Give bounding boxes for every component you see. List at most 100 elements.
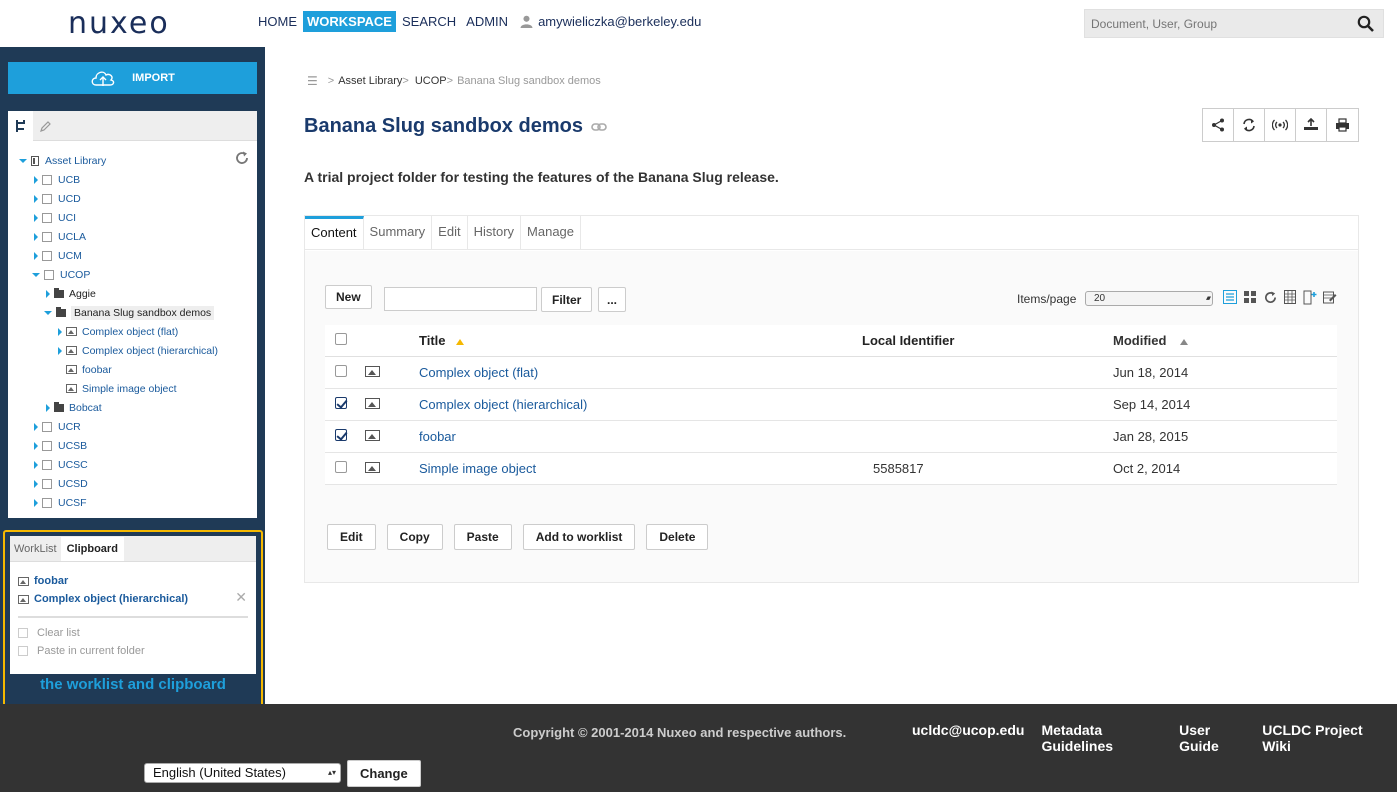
filter-input[interactable]	[384, 287, 537, 311]
table-row[interactable]: Complex object (flat) Jun 18, 2014	[325, 357, 1337, 389]
expand-arrow[interactable]	[34, 213, 38, 222]
row-title-link[interactable]: Complex object (hierarchical)	[419, 397, 862, 412]
collapse-arrow[interactable]	[19, 158, 27, 163]
tree-node-bobcat[interactable]: Bobcat	[8, 398, 257, 417]
tab-edit[interactable]	[33, 111, 58, 141]
expand-arrow[interactable]	[34, 194, 38, 203]
thumbnail-view-icon[interactable]	[1240, 288, 1260, 306]
table-row[interactable]: foobar Jan 28, 2015	[325, 421, 1337, 453]
row-title-link[interactable]: Simple image object	[419, 461, 862, 476]
tab-edit[interactable]: Edit	[432, 216, 468, 249]
tab-history[interactable]: History	[468, 216, 522, 249]
more-options-button[interactable]: ...	[598, 287, 627, 312]
close-icon[interactable]: ✕	[235, 589, 247, 606]
clipboard-item[interactable]: foobar	[10, 572, 256, 590]
tree-node-ucla[interactable]: UCLA	[8, 227, 257, 246]
sync-button[interactable]	[1234, 109, 1265, 141]
tree-node-ucd[interactable]: UCD	[8, 189, 257, 208]
tab-tree[interactable]	[8, 111, 33, 141]
collapse-arrow[interactable]	[32, 272, 40, 277]
tree-node-foobar[interactable]: foobar	[8, 360, 257, 379]
nav-home[interactable]: HOME	[254, 11, 301, 32]
tab-manage[interactable]: Manage	[521, 216, 582, 249]
list-view-icon[interactable]	[1220, 288, 1240, 306]
nav-admin[interactable]: ADMIN	[462, 11, 512, 32]
column-title[interactable]: Title	[419, 333, 862, 348]
tree-node-asset-library[interactable]: Asset Library	[8, 151, 257, 170]
breadcrumb-asset-library[interactable]: Asset Library	[338, 75, 402, 87]
tree-node-aggie[interactable]: Aggie	[8, 284, 257, 303]
items-per-page-select[interactable]: 20	[1085, 291, 1213, 306]
paste-current-folder-action[interactable]: Paste in current folder	[10, 642, 256, 660]
table-row[interactable]: Complex object (hierarchical) Sep 14, 201…	[325, 389, 1337, 421]
nav-workspace[interactable]: WORKSPACE	[303, 11, 396, 32]
row-checkbox[interactable]	[335, 461, 347, 473]
expand-arrow[interactable]	[34, 251, 38, 260]
select-all-checkbox[interactable]	[335, 333, 347, 345]
tab-content[interactable]: Content	[305, 216, 364, 249]
expand-arrow[interactable]	[58, 327, 62, 336]
collapse-arrow[interactable]	[44, 310, 52, 315]
tree-node-simple-image[interactable]: Simple image object	[8, 379, 257, 398]
add-column-icon[interactable]	[1300, 288, 1320, 306]
breadcrumb-ucop[interactable]: UCOP	[415, 75, 447, 87]
expand-arrow[interactable]	[34, 498, 38, 507]
tree-node-banana-slug[interactable]: Banana Slug sandbox demos	[8, 303, 257, 322]
row-title-link[interactable]: Complex object (flat)	[419, 365, 862, 380]
clear-list-action[interactable]: Clear list	[10, 624, 256, 642]
tree-node-uci[interactable]: UCI	[8, 208, 257, 227]
search-input[interactable]	[1085, 10, 1345, 37]
tree-node-ucb[interactable]: UCB	[8, 170, 257, 189]
expand-arrow[interactable]	[58, 346, 62, 355]
permalink-icon[interactable]	[591, 122, 607, 132]
footer-link-metadata-guidelines[interactable]: Metadata Guidelines	[1041, 722, 1162, 754]
import-button[interactable]: IMPORT	[8, 62, 257, 94]
tree-node-ucr[interactable]: UCR	[8, 417, 257, 436]
change-language-button[interactable]: Change	[347, 760, 421, 787]
tree-node-ucm[interactable]: UCM	[8, 246, 257, 265]
expand-arrow[interactable]	[34, 232, 38, 241]
row-checkbox[interactable]	[335, 429, 347, 441]
tree-node-complex-hierarchical[interactable]: Complex object (hierarchical)	[8, 341, 257, 360]
language-select[interactable]: English (United States)	[144, 763, 341, 783]
expand-arrow[interactable]	[34, 422, 38, 431]
tree-node-ucop[interactable]: UCOP	[8, 265, 257, 284]
edit-columns-icon[interactable]	[1320, 288, 1340, 306]
tab-summary[interactable]: Summary	[364, 216, 433, 249]
tree-node-ucsd[interactable]: UCSD	[8, 474, 257, 493]
row-title-link[interactable]: foobar	[419, 429, 862, 444]
expand-arrow[interactable]	[34, 441, 38, 450]
expand-arrow[interactable]	[34, 479, 38, 488]
search-icon[interactable]	[1357, 15, 1375, 33]
menu-icon[interactable]: ☰	[307, 74, 318, 88]
row-checkbox[interactable]	[335, 397, 347, 409]
new-button[interactable]: New	[325, 285, 372, 309]
spreadsheet-icon[interactable]	[1280, 288, 1300, 306]
expand-arrow[interactable]	[46, 289, 50, 298]
tab-worklist[interactable]: WorkList	[10, 537, 61, 561]
share-button[interactable]	[1203, 109, 1234, 141]
footer-link-email[interactable]: ucldc@ucop.edu	[912, 722, 1024, 754]
tree-node-complex-flat[interactable]: Complex object (flat)	[8, 322, 257, 341]
column-local-identifier[interactable]: Local Identifier	[862, 333, 1113, 348]
user-menu[interactable]: amywieliczka@berkeley.edu	[520, 14, 701, 29]
nuxeo-logo[interactable]: nuxeo	[68, 6, 170, 41]
filter-button[interactable]: Filter	[541, 287, 593, 312]
footer-link-user-guide[interactable]: User Guide	[1179, 722, 1245, 754]
add-to-worklist-button[interactable]: Add to worklist	[522, 524, 636, 550]
subscribe-button[interactable]	[1265, 109, 1296, 141]
table-row[interactable]: Simple image object 5585817 Oct 2, 2014	[325, 453, 1337, 485]
expand-arrow[interactable]	[34, 460, 38, 469]
copy-button[interactable]: Copy	[386, 524, 443, 550]
expand-arrow[interactable]	[46, 403, 50, 412]
delete-button[interactable]: Delete	[646, 524, 709, 550]
edit-button[interactable]: Edit	[327, 524, 376, 550]
tree-node-ucsc[interactable]: UCSC	[8, 455, 257, 474]
nav-search[interactable]: SEARCH	[398, 11, 460, 32]
refresh-icon[interactable]	[1260, 288, 1280, 306]
column-modified[interactable]: Modified	[1113, 333, 1333, 348]
print-button[interactable]	[1327, 109, 1358, 141]
clipboard-item[interactable]: Complex object (hierarchical)	[10, 590, 256, 608]
tab-clipboard[interactable]: Clipboard	[60, 537, 124, 561]
expand-arrow[interactable]	[34, 175, 38, 184]
